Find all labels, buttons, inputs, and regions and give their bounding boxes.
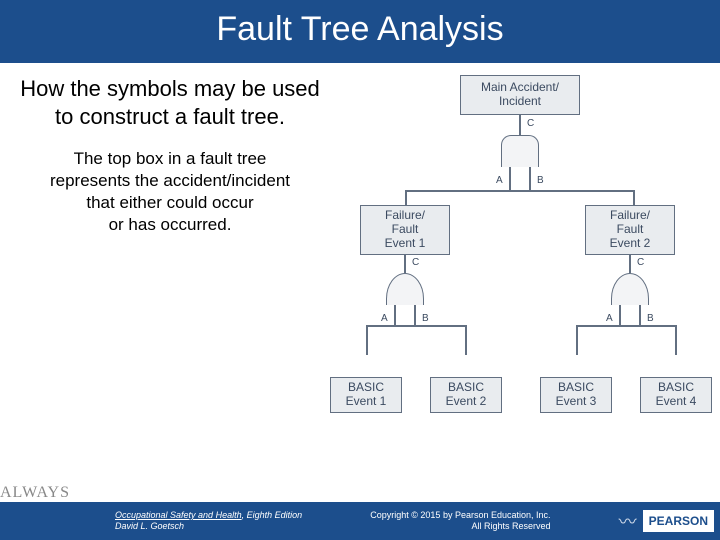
label-a: A — [606, 313, 613, 324]
or-gate-icon — [611, 273, 649, 305]
failure-event-2-box: Failure/ Fault Event 2 — [585, 205, 675, 255]
pearson-text: PEARSON — [643, 510, 714, 532]
footer-bar: Occupational Safety and Health, Eighth E… — [0, 502, 720, 540]
subheading: How the symbols may be used to construct… — [20, 75, 320, 130]
and-gate-icon — [501, 135, 539, 167]
pearson-swoosh-icon: 〰 — [619, 508, 637, 534]
label-b: B — [537, 175, 544, 186]
always-text: ALWAYS — [0, 484, 110, 502]
label-c: C — [527, 118, 534, 129]
basic-event-1-box: BASIC Event 1 — [330, 377, 402, 413]
content-area: How the symbols may be used to construct… — [0, 63, 720, 435]
body-text: The top box in a fault tree represents t… — [20, 148, 320, 236]
pearson-logo: 〰 PEARSON — [619, 508, 714, 534]
label-a: A — [496, 175, 503, 186]
label-c: C — [637, 257, 644, 268]
failure-event-1-box: Failure/ Fault Event 1 — [360, 205, 450, 255]
credit-title: Occupational Safety and Health — [115, 510, 242, 520]
label-b: B — [647, 313, 654, 324]
or-gate-icon — [386, 273, 424, 305]
label-c: C — [412, 257, 419, 268]
copyright-text: Copyright © 2015 by Pearson Education, I… — [370, 510, 550, 532]
slide-title: Fault Tree Analysis — [0, 0, 720, 63]
book-credit: Occupational Safety and Health, Eighth E… — [115, 510, 302, 532]
basic-event-4-box: BASIC Event 4 — [640, 377, 712, 413]
main-accident-box: Main Accident/ Incident — [460, 75, 580, 115]
label-a: A — [381, 313, 388, 324]
basic-event-2-box: BASIC Event 2 — [430, 377, 502, 413]
text-column: How the symbols may be used to construct… — [20, 75, 320, 435]
fault-tree-diagram: Main Accident/ Incident C A B Failure/ F… — [330, 75, 712, 435]
label-b: B — [422, 313, 429, 324]
basic-event-3-box: BASIC Event 3 — [540, 377, 612, 413]
